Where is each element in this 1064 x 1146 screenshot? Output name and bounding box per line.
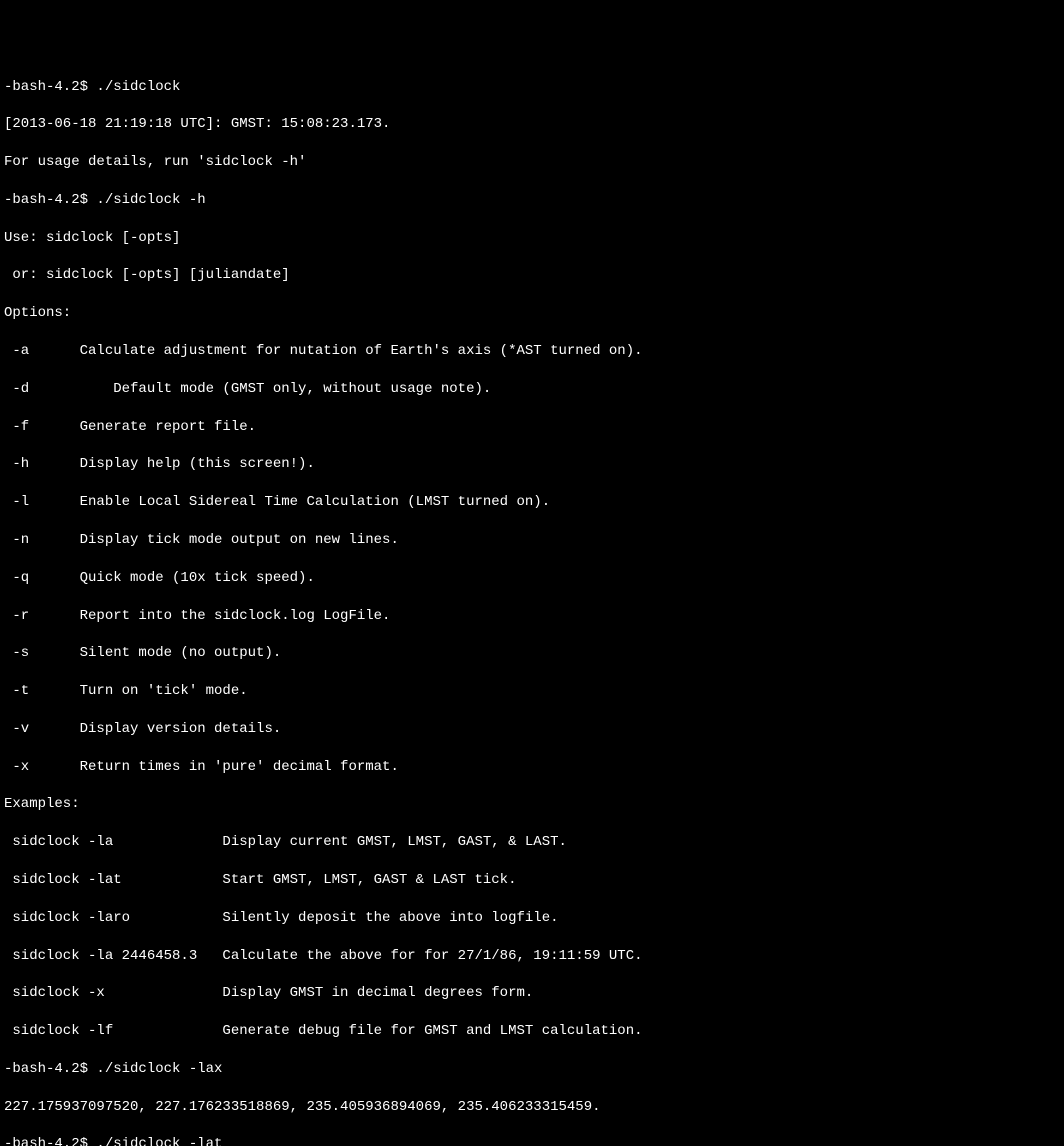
output-line: For usage details, run 'sidclock -h' (4, 153, 1060, 172)
prompt-line-4[interactable]: -bash-4.2$ ./sidclock -lat (4, 1135, 1060, 1146)
output-line: [2013-06-18 21:19:18 UTC]: GMST: 15:08:2… (4, 115, 1060, 134)
output-line: sidclock -la Display current GMST, LMST,… (4, 833, 1060, 852)
output-line: -h Display help (this screen!). (4, 455, 1060, 474)
output-line: -f Generate report file. (4, 418, 1060, 437)
output-line: or: sidclock [-opts] [juliandate] (4, 266, 1060, 285)
prompt-line-2[interactable]: -bash-4.2$ ./sidclock -h (4, 191, 1060, 210)
output-line: -d Default mode (GMST only, without usag… (4, 380, 1060, 399)
output-line: -x Return times in 'pure' decimal format… (4, 758, 1060, 777)
output-line: sidclock -lat Start GMST, LMST, GAST & L… (4, 871, 1060, 890)
output-line: -t Turn on 'tick' mode. (4, 682, 1060, 701)
prompt-line-1[interactable]: -bash-4.2$ ./sidclock (4, 78, 1060, 97)
output-line: sidclock -x Display GMST in decimal degr… (4, 984, 1060, 1003)
output-line: Use: sidclock [-opts] (4, 229, 1060, 248)
output-line: sidclock -laro Silently deposit the abov… (4, 909, 1060, 928)
output-line: Options: (4, 304, 1060, 323)
output-line: -s Silent mode (no output). (4, 644, 1060, 663)
output-line: 227.175937097520, 227.176233518869, 235.… (4, 1098, 1060, 1117)
output-line: Examples: (4, 795, 1060, 814)
output-line: -r Report into the sidclock.log LogFile. (4, 607, 1060, 626)
output-line: sidclock -lf Generate debug file for GMS… (4, 1022, 1060, 1041)
output-line: -a Calculate adjustment for nutation of … (4, 342, 1060, 361)
output-line: sidclock -la 2446458.3 Calculate the abo… (4, 947, 1060, 966)
output-line: -q Quick mode (10x tick speed). (4, 569, 1060, 588)
output-line: -l Enable Local Sidereal Time Calculatio… (4, 493, 1060, 512)
prompt-line-3[interactable]: -bash-4.2$ ./sidclock -lax (4, 1060, 1060, 1079)
output-line: -v Display version details. (4, 720, 1060, 739)
output-line: -n Display tick mode output on new lines… (4, 531, 1060, 550)
